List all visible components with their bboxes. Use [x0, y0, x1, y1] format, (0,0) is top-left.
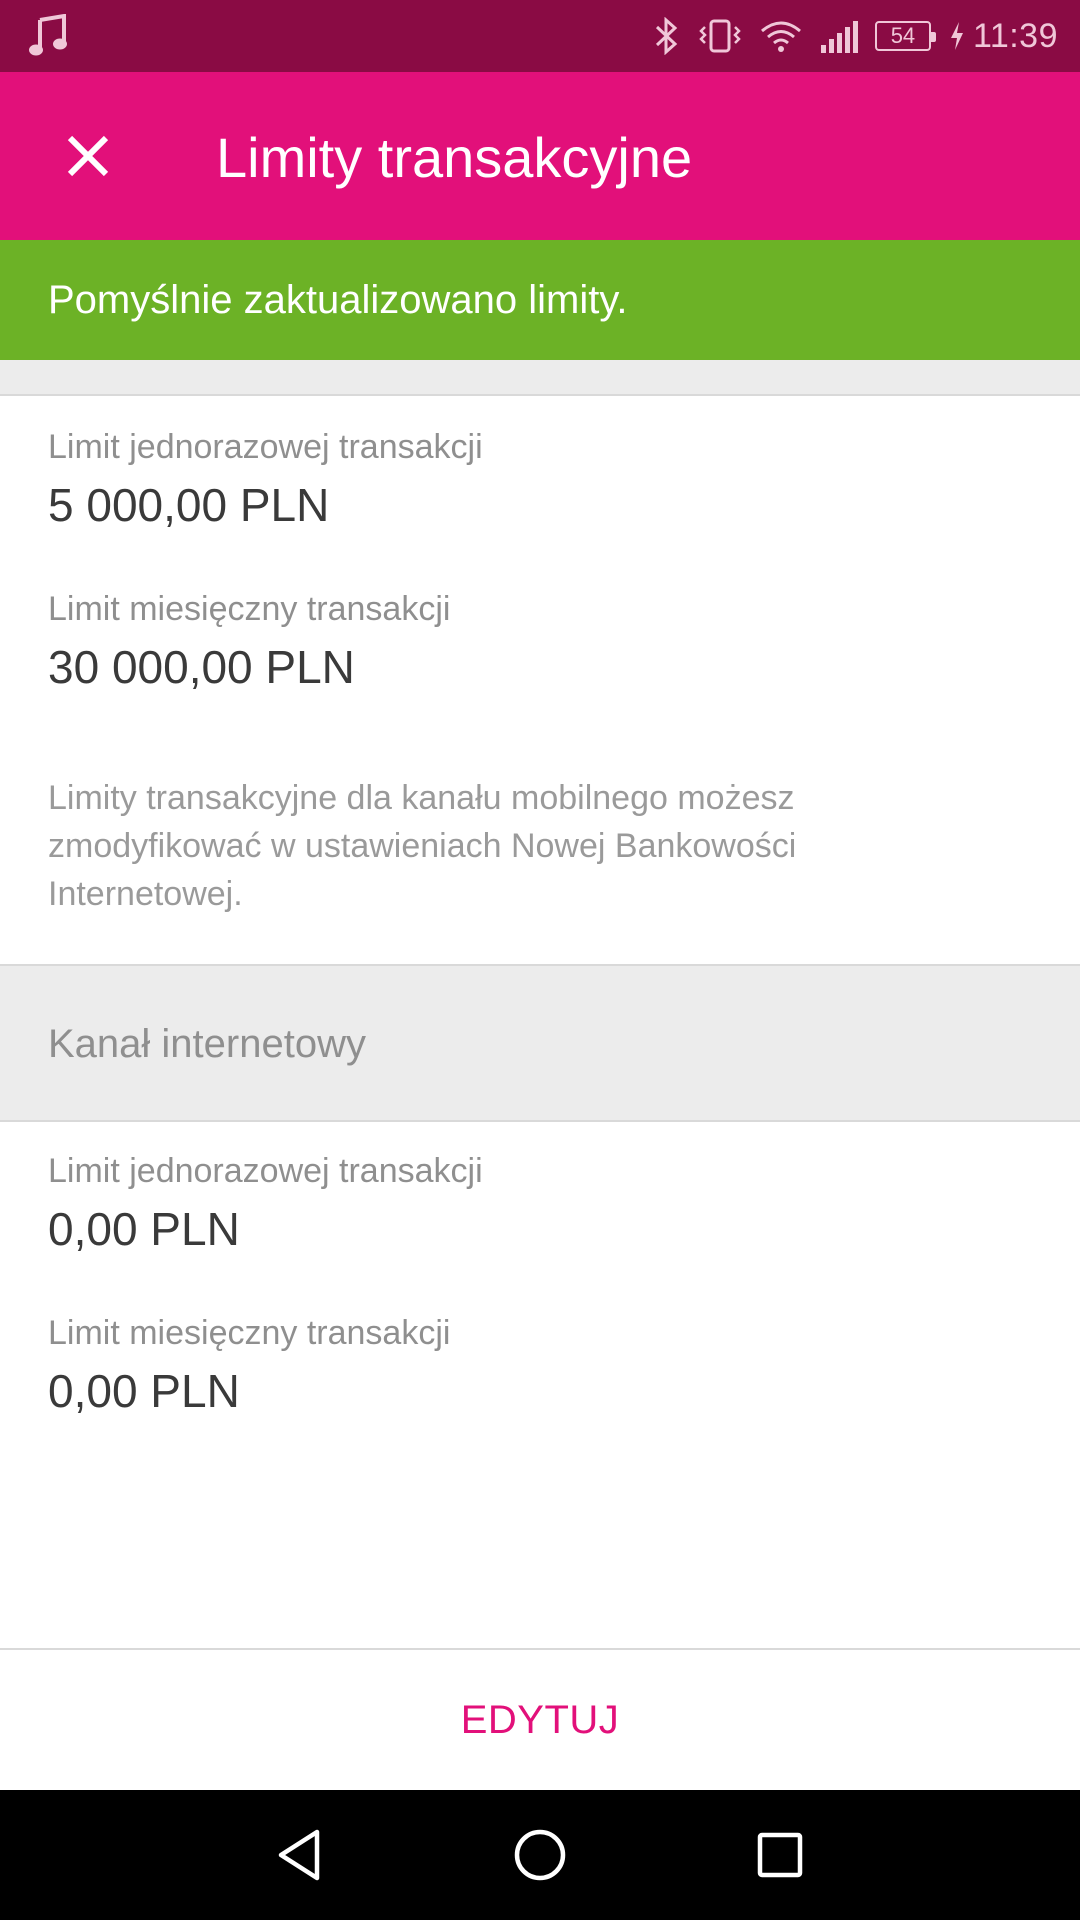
back-button[interactable]: [260, 1815, 340, 1895]
close-icon: [67, 135, 109, 177]
wifi-icon: [760, 21, 801, 52]
internet-monthly-limit-label: Limit miesięczny transakcji: [48, 1314, 451, 1352]
bluetooth-icon: [655, 17, 678, 55]
close-button[interactable]: [44, 112, 132, 200]
page-title: Limity transakcyjne: [216, 126, 693, 189]
internet-single-limit-label: Limit jednorazowej transakcji: [48, 1152, 483, 1190]
home-icon: [514, 1829, 566, 1881]
status-bar: 54 11:39: [0, 0, 1080, 72]
mobile-single-limit-label: Limit jednorazowej transakcji: [48, 428, 483, 466]
navigation-bar: [0, 1790, 1080, 1920]
mobile-monthly-limit-label: Limit miesięczny transakcji: [48, 590, 451, 628]
app-bar: Limity transakcyjne: [0, 72, 1080, 240]
section-divider: [0, 360, 1080, 396]
music-note-icon: [29, 14, 67, 56]
battery-icon: 54: [874, 21, 936, 51]
internet-monthly-limit-value: 0,00 PLN: [48, 1365, 240, 1417]
info-note: Limity transakcyjne dla kanału mobilnego…: [48, 779, 797, 913]
success-banner: Pomyślnie zaktualizowano limity.: [0, 240, 1080, 360]
section-header-internet: Kanał internetowy: [0, 964, 1080, 1122]
charging-icon: [950, 22, 963, 50]
section-title: Kanał internetowy: [48, 1022, 366, 1066]
clock: 11:39: [972, 16, 1058, 55]
home-button[interactable]: [500, 1815, 580, 1895]
mobile-monthly-limit-value: 30 000,00 PLN: [48, 641, 355, 693]
recents-icon: [757, 1832, 803, 1878]
internet-single-limit-value: 0,00 PLN: [48, 1203, 240, 1255]
recents-button[interactable]: [740, 1815, 820, 1895]
battery-level: 54: [890, 23, 916, 48]
vibrate-icon: [699, 19, 741, 53]
mobile-single-limit-value: 5 000,00 PLN: [48, 479, 330, 531]
edit-button[interactable]: EDYTUJ: [0, 1650, 1080, 1790]
back-icon: [278, 1829, 320, 1881]
signal-icon: [820, 21, 858, 53]
